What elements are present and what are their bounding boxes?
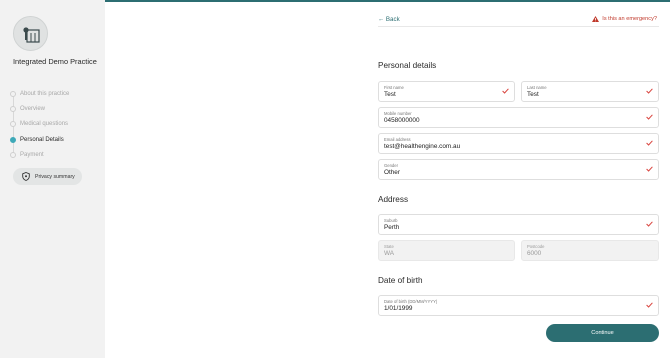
suburb-field[interactable]: Suburb Perth	[378, 214, 659, 235]
check-icon	[646, 88, 653, 94]
check-icon	[646, 166, 653, 172]
step-label: Medical questions	[20, 121, 69, 128]
field-label: Gender	[384, 163, 398, 168]
check-icon	[646, 221, 653, 227]
step-medical-questions[interactable]: Medical questions	[9, 117, 105, 132]
field-label: Date of birth (DD/MM/YYYY)	[384, 299, 438, 304]
step-dot	[10, 121, 16, 128]
step-dot-active	[10, 136, 16, 143]
step-dot	[10, 90, 16, 97]
practice-name: Integrated Demo Practice	[13, 57, 97, 66]
check-icon	[646, 140, 653, 146]
step-personal-details[interactable]: Personal Details	[9, 132, 105, 147]
check-icon	[646, 302, 653, 308]
field-label: Mobile number	[384, 111, 412, 116]
email-field[interactable]: Email address test@healthengine.com.au	[378, 133, 659, 154]
postcode-field: Postcode 6000	[521, 240, 659, 261]
field-label: Suburb	[384, 218, 398, 223]
emergency-link[interactable]: Is this an emergency?	[592, 16, 657, 22]
shield-icon	[22, 172, 30, 181]
date-of-birth-field[interactable]: Date of birth (DD/MM/YYYY) 1/01/1999	[378, 295, 659, 316]
state-field: State WA	[378, 240, 515, 261]
privacy-summary-label: Privacy summary	[35, 173, 75, 180]
continue-button[interactable]: Continue	[546, 324, 659, 342]
step-label: Overview	[20, 105, 46, 112]
field-value: Test	[527, 91, 539, 98]
header-divider	[378, 26, 659, 27]
sidebar: Integrated Demo Practice About this prac…	[0, 0, 105, 358]
check-icon	[502, 88, 509, 94]
field-value: WA	[384, 250, 395, 257]
check-icon	[646, 114, 653, 120]
section-title-dob: Date of birth	[378, 276, 423, 285]
back-link[interactable]: ← Back	[378, 16, 400, 23]
field-label: Email address	[384, 137, 411, 142]
step-dot	[10, 105, 16, 112]
section-title-address: Address	[378, 195, 409, 204]
field-label: State	[384, 244, 394, 249]
step-about-practice[interactable]: About this practice	[9, 86, 105, 101]
field-value: Test	[384, 91, 396, 98]
field-value: 6000	[527, 250, 542, 257]
step-overview[interactable]: Overview	[9, 101, 105, 116]
field-value: test@healthengine.com.au	[384, 143, 461, 150]
field-value: Perth	[384, 224, 400, 231]
first-name-field[interactable]: First name Test	[378, 81, 515, 102]
page: Integrated Demo Practice About this prac…	[0, 0, 670, 358]
emergency-label: Is this an emergency?	[602, 16, 657, 22]
section-title-personal: Personal details	[378, 61, 437, 70]
progress-steps: About this practice Overview Medical que…	[9, 86, 105, 162]
warning-icon	[592, 16, 600, 22]
field-value: 1/01/1999	[384, 305, 413, 312]
step-label: Payment	[20, 151, 44, 158]
step-payment[interactable]: Payment	[9, 147, 105, 162]
practice-logo	[13, 16, 48, 51]
step-dot	[10, 151, 16, 158]
step-label: About this practice	[20, 90, 70, 97]
field-value: Other	[384, 169, 400, 176]
mobile-number-field[interactable]: Mobile number 0458000000	[378, 107, 659, 128]
top-accent-bar	[105, 0, 670, 2]
privacy-summary-button[interactable]: Privacy summary	[13, 168, 82, 185]
field-label: Last name	[527, 85, 547, 90]
last-name-field[interactable]: Last name Test	[521, 81, 659, 102]
step-label: Personal Details	[20, 136, 64, 143]
clinic-building-icon	[23, 27, 40, 43]
gender-select[interactable]: Gender Other	[378, 159, 659, 180]
field-label: Postcode	[527, 244, 545, 249]
field-value: 0458000000	[384, 117, 420, 124]
field-label: First name	[384, 85, 404, 90]
